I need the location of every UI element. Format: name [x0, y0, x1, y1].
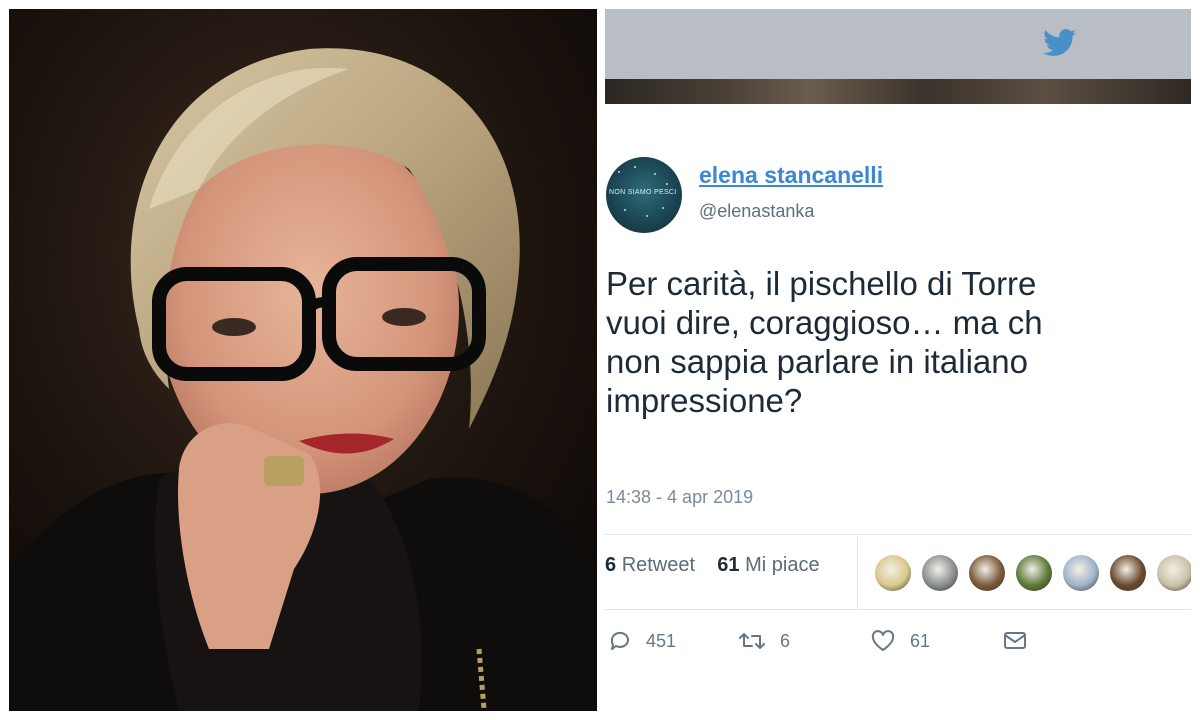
author-name[interactable]: elena stancanelli	[699, 162, 883, 189]
tweet-text-line: non sappia parlare in italiano	[606, 343, 1028, 380]
liker-avatar[interactable]	[922, 555, 958, 591]
tweet-actions: 451 6 61	[605, 629, 1191, 679]
likes-label[interactable]: Mi piace	[745, 554, 819, 576]
liker-avatar[interactable]	[875, 555, 911, 591]
tweet-text: Per carità, il pischello di Torre vuoi d…	[606, 264, 1191, 420]
retweet-count: 6	[780, 630, 791, 651]
liker-avatar[interactable]	[1063, 555, 1099, 591]
avatar[interactable]: NON SIAMO PESCI	[606, 157, 682, 233]
liker-avatar[interactable]	[969, 555, 1005, 591]
divider	[605, 534, 1191, 535]
author-handle[interactable]: @elenastanka	[699, 201, 814, 222]
reply-button[interactable]: 451	[608, 629, 676, 653]
divider	[857, 537, 858, 609]
retweets-count[interactable]: 6	[605, 554, 616, 576]
liker-avatar[interactable]	[1157, 555, 1191, 591]
portrait-illustration	[9, 9, 597, 711]
tweet-text-line: vuoi dire, coraggioso… ma ch	[606, 304, 1043, 341]
reply-count: 451	[646, 630, 677, 651]
likes-count[interactable]: 61	[717, 554, 739, 576]
portrait-photo	[9, 9, 597, 711]
retweet-icon	[739, 633, 765, 649]
reply-icon	[610, 631, 629, 650]
message-button[interactable]	[1003, 629, 1027, 651]
liker-avatar[interactable]	[1016, 555, 1052, 591]
heart-icon	[871, 630, 895, 651]
twitter-header-bar	[605, 9, 1191, 79]
tweet-card: NON SIAMO PESCI elena stancanelli @elena…	[605, 9, 1191, 711]
divider	[605, 609, 1191, 610]
like-count: 61	[910, 630, 931, 651]
engagement-counts: 6 Retweet 61 Mi piace	[605, 554, 820, 577]
tweet-timestamp[interactable]: 14:38 - 4 apr 2019	[606, 487, 753, 508]
tweet-text-line: Per carità, il pischello di Torre	[606, 265, 1037, 302]
like-button[interactable]: 61	[870, 629, 930, 653]
twitter-bird-icon[interactable]	[1043, 29, 1077, 57]
retweet-button[interactable]: 6	[738, 629, 790, 653]
liker-avatar[interactable]	[1110, 555, 1146, 591]
profile-banner	[605, 79, 1191, 104]
tweet-text-line: impressione?	[606, 382, 803, 419]
retweets-label[interactable]: Retweet	[622, 554, 695, 576]
avatar-text: NON SIAMO PESCI	[609, 189, 677, 196]
envelope-icon	[1004, 632, 1026, 649]
